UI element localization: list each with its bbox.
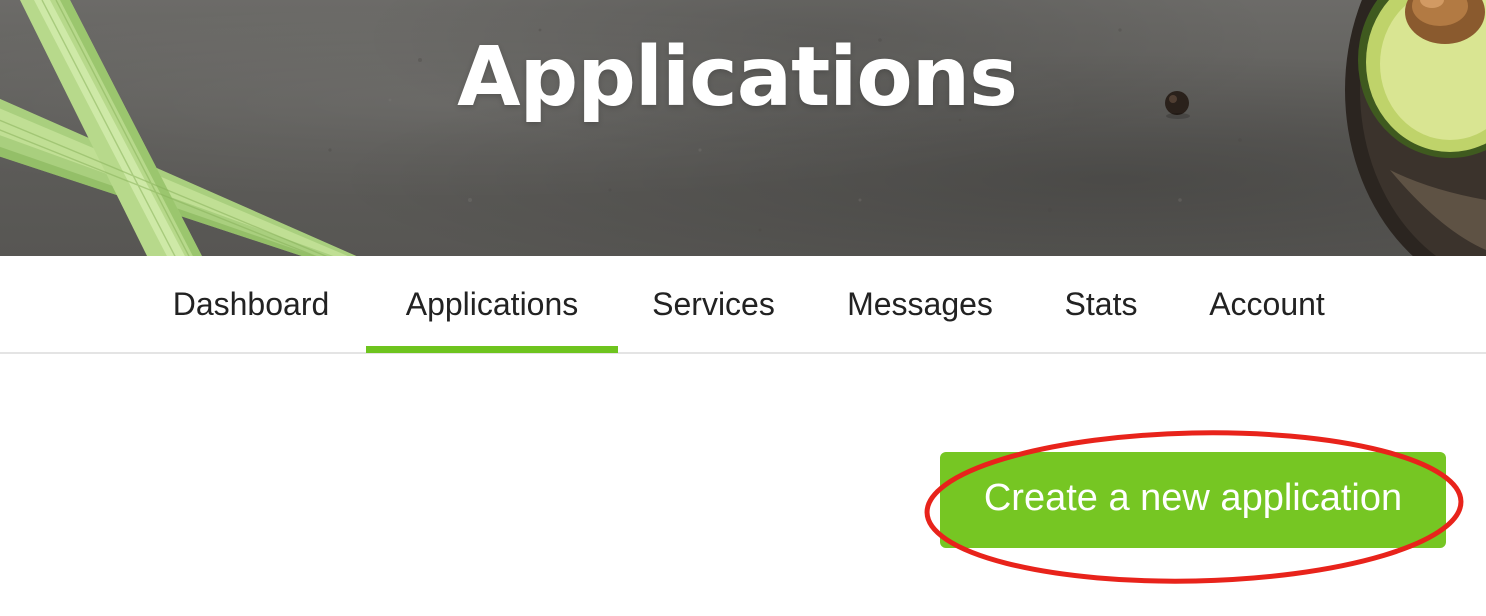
tab-applications[interactable]: Applications bbox=[366, 256, 618, 353]
page-title: Applications bbox=[457, 30, 1018, 125]
hero-banner: Applications bbox=[0, 0, 1486, 256]
create-application-button[interactable]: Create a new application bbox=[940, 452, 1446, 548]
tab-stats[interactable]: Stats bbox=[1044, 256, 1158, 352]
main-nav: Dashboard Applications Services Messages… bbox=[0, 256, 1486, 354]
tab-messages[interactable]: Messages bbox=[822, 256, 1018, 352]
tab-dashboard[interactable]: Dashboard bbox=[148, 256, 354, 352]
tab-account[interactable]: Account bbox=[1184, 256, 1350, 352]
tab-services[interactable]: Services bbox=[630, 256, 797, 352]
page: Applications Dashboard Applications Serv… bbox=[0, 0, 1486, 616]
